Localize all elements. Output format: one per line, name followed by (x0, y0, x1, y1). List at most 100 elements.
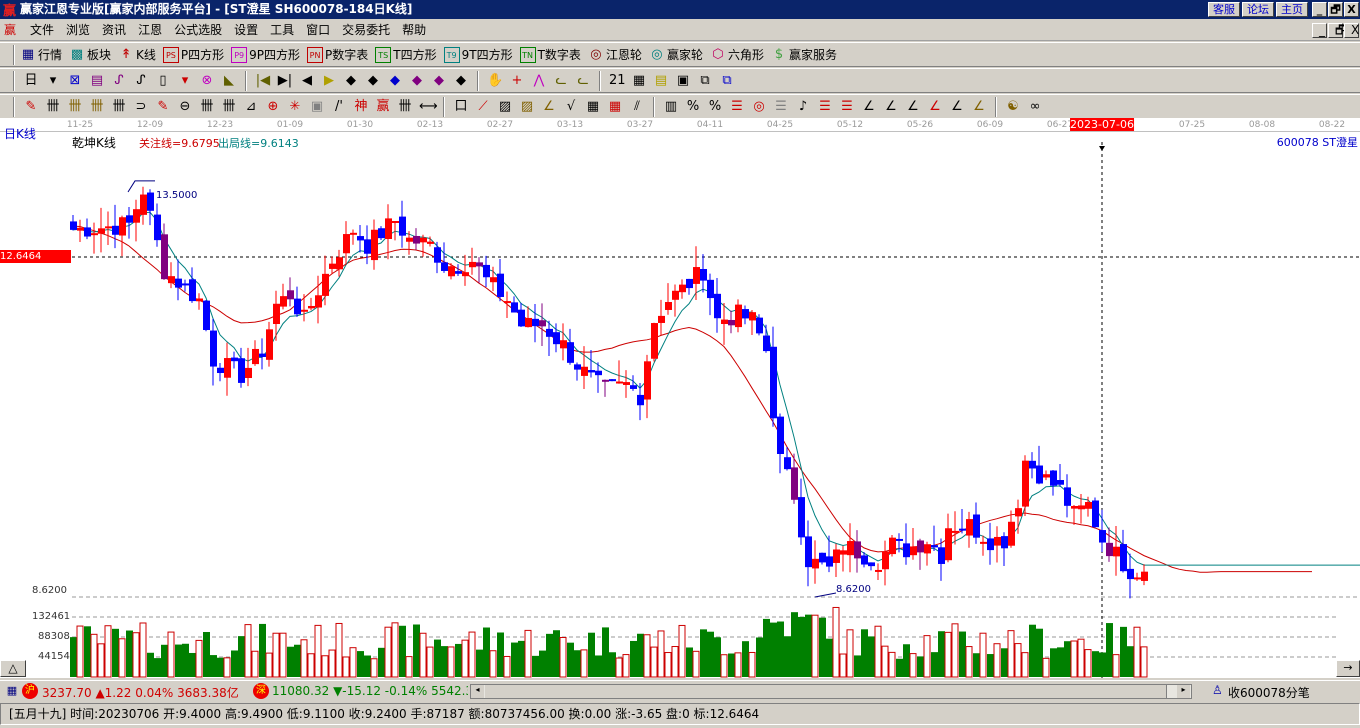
tool-icon[interactable]: % (707, 99, 723, 115)
tool-icon[interactable]: ▤ (89, 73, 105, 89)
toolbar-button-dollar[interactable]: $ 赢家服务 (771, 46, 837, 63)
minimize-button[interactable]: _ (1312, 2, 1327, 17)
scroll-right-button[interactable]: → (1336, 660, 1360, 677)
tool-icon[interactable]: ∠ (971, 99, 987, 115)
quote-table-icon[interactable]: ▦ (4, 683, 20, 699)
menu-item[interactable]: 资讯 (96, 20, 132, 41)
expand-up-button[interactable]: △ (0, 660, 26, 677)
menu-item[interactable]: 公式选股 (168, 20, 228, 41)
tool-icon[interactable]: 21 (609, 73, 626, 89)
scroll-left-arrow-icon[interactable]: ◂ (471, 685, 484, 698)
tool-icon[interactable]: ✎ (155, 99, 171, 115)
tool-icon[interactable]: ⊖ (177, 99, 193, 115)
service-link[interactable]: 客服 (1208, 2, 1240, 17)
tool-icon[interactable]: ☰ (773, 99, 789, 115)
forum-link[interactable]: 论坛 (1242, 2, 1274, 17)
tool-icon[interactable]: 卌 (199, 99, 215, 115)
tool-icon[interactable]: /' (331, 99, 347, 115)
tool-icon[interactable]: ⊿ (243, 99, 259, 115)
tool-icon[interactable]: ⟷ (419, 99, 438, 115)
tool-icon[interactable]: ∠ (927, 99, 943, 115)
tool-icon[interactable]: ▶ (321, 73, 337, 89)
tool-icon[interactable]: ☰ (817, 99, 833, 115)
scroll-right-arrow-icon[interactable]: ▸ (1177, 685, 1190, 698)
tool-icon[interactable]: 卌 (67, 99, 83, 115)
tool-icon[interactable]: 神 (353, 99, 369, 115)
menu-item[interactable]: 设置 (228, 20, 264, 41)
tool-icon[interactable]: ▨ (519, 99, 535, 115)
tool-icon[interactable]: ▾ (177, 73, 193, 89)
tool-icon[interactable]: ▶| (277, 73, 293, 89)
ticker-scrollbar[interactable]: ◂ ▸ (470, 684, 1192, 699)
toolbar-button-ts[interactable]: TS T四方形 (375, 46, 437, 63)
tool-icon[interactable]: ⋀ (531, 73, 547, 89)
toolbar-button-gann-wheel[interactable]: ◎ 江恩轮 (588, 46, 642, 63)
toolbar-button-kline[interactable]: ↟ K线 (118, 46, 156, 63)
tool-icon[interactable]: 赢 (375, 99, 391, 115)
scroll-thumb[interactable] (485, 685, 1167, 698)
tool-icon[interactable]: |◀ (255, 73, 271, 89)
tool-icon[interactable]: ◆ (365, 73, 381, 89)
tool-icon[interactable]: ✎ (23, 99, 39, 115)
tool-icon[interactable]: 口 (453, 99, 469, 115)
tool-icon[interactable]: ☰ (839, 99, 855, 115)
tool-icon[interactable]: √ (563, 99, 579, 115)
home-link[interactable]: 主页 (1276, 2, 1308, 17)
tool-icon[interactable]: 卌 (89, 99, 105, 115)
tool-icon[interactable]: ☰ (729, 99, 745, 115)
tool-icon[interactable]: 日 (23, 73, 39, 89)
tool-icon[interactable]: ▨ (497, 99, 513, 115)
tool-icon[interactable]: ◆ (409, 73, 425, 89)
menu-item[interactable]: 浏览 (60, 20, 96, 41)
app-menu-icon[interactable]: 赢 (0, 20, 18, 41)
tool-icon[interactable]: ᔑ (133, 73, 149, 89)
tick-data-label[interactable]: 收600078分笔 (1228, 684, 1310, 701)
toolbar-button-pn[interactable]: PN P数字表 (307, 46, 368, 63)
toolbar-button-p9[interactable]: P9 9P四方形 (231, 46, 300, 63)
tool-icon[interactable]: ◣ (221, 73, 237, 89)
menu-item[interactable]: 窗口 (300, 20, 336, 41)
toolbar-button-t9[interactable]: T9 9T四方形 (443, 46, 513, 63)
menu-item[interactable]: 文件 (24, 20, 60, 41)
tool-icon[interactable]: 卌 (397, 99, 413, 115)
tool-icon[interactable]: ∠ (861, 99, 877, 115)
tool-icon[interactable]: ⊠ (67, 73, 83, 89)
tool-icon[interactable]: ◀ (299, 73, 315, 89)
menu-item[interactable]: 帮助 (396, 20, 432, 41)
tool-icon[interactable]: ♪ (795, 99, 811, 115)
tool-icon[interactable]: ▦ (607, 99, 623, 115)
menu-item[interactable]: 江恩 (132, 20, 168, 41)
tool-icon[interactable]: + (509, 73, 525, 89)
tool-icon[interactable]: ∠ (949, 99, 965, 115)
tool-icon[interactable]: ✋ (487, 73, 503, 89)
tool-icon[interactable]: 卌 (221, 99, 237, 115)
tool-icon[interactable]: ▦ (585, 99, 601, 115)
child-minimize-button[interactable]: _ (1312, 23, 1327, 38)
tool-icon[interactable]: 卌 (111, 99, 127, 115)
tool-icon[interactable]: ⊕ (265, 99, 281, 115)
tool-icon[interactable]: ▣ (309, 99, 325, 115)
tool-icon[interactable]: ▥ (663, 99, 679, 115)
menu-item[interactable]: 工具 (264, 20, 300, 41)
toolbar-button-table[interactable]: ▦ 行情 (20, 46, 62, 63)
toolbar-button-hexagon[interactable]: ⬡ 六角形 (710, 46, 764, 63)
tool-icon[interactable]: ᓚ (575, 73, 591, 89)
tool-icon[interactable]: ⧉ (719, 73, 735, 89)
tool-icon[interactable]: ᓚ (553, 73, 569, 89)
tool-icon[interactable]: ∠ (883, 99, 899, 115)
tool-icon[interactable]: ▤ (653, 73, 669, 89)
tool-icon[interactable]: ⊃ (133, 99, 149, 115)
tool-icon[interactable]: ⧉ (697, 73, 713, 89)
tool-icon[interactable]: ⟋ (475, 99, 491, 115)
tool-icon[interactable]: ◎ (751, 99, 767, 115)
tool-icon[interactable]: ∠ (905, 99, 921, 115)
tool-icon[interactable]: % (685, 99, 701, 115)
close-button[interactable]: X (1344, 2, 1359, 17)
tool-icon[interactable]: ◆ (343, 73, 359, 89)
tool-icon[interactable]: ◆ (387, 73, 403, 89)
toolbar-button-tn[interactable]: TN T数字表 (519, 46, 581, 63)
menu-item[interactable]: 交易委托 (336, 20, 396, 41)
tool-icon[interactable]: ✳ (287, 99, 303, 115)
toolbar-button-winner-wheel[interactable]: ◎ 赢家轮 (649, 46, 703, 63)
tool-icon[interactable]: ∞ (1027, 99, 1043, 115)
